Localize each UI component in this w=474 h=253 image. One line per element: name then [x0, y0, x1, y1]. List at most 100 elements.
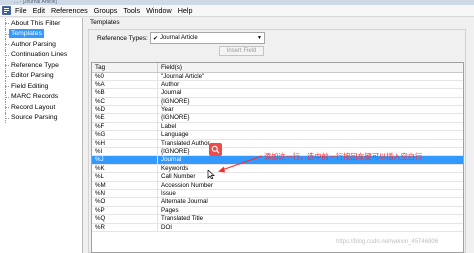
tag-cell[interactable]: %B: [92, 89, 158, 97]
table-row[interactable]: %P Pages: [92, 206, 463, 216]
table-row[interactable]: %R DOI: [92, 223, 463, 232]
menu-groups[interactable]: Groups: [91, 5, 121, 17]
table-row[interactable]: %G Language: [92, 131, 463, 140]
table-row[interactable]: %B Journal: [92, 89, 463, 98]
tag-cell[interactable]: %E: [92, 114, 158, 122]
watermark: https://blog.csdn.net/weixin_45746806: [336, 239, 439, 245]
field-cell[interactable]: Translated Title: [158, 215, 463, 222]
table-row[interactable]: %E {IGNORE}: [92, 114, 463, 123]
tag-cell[interactable]: %J: [92, 156, 158, 164]
tree-connector: [0, 102, 9, 113]
templates-panel: Templates Reference Types: ✔ Journal Art…: [85, 18, 474, 253]
sidebar-item-continuation-lines[interactable]: Continuation Lines: [0, 49, 82, 61]
tag-cell[interactable]: %A: [92, 80, 158, 89]
tag-cell[interactable]: %Q: [92, 215, 158, 223]
table-row[interactable]: %D Year: [92, 106, 463, 115]
menu-references[interactable]: References: [48, 5, 91, 17]
menu-edit[interactable]: Edit: [30, 5, 48, 17]
sidebar-item-label: Continuation Lines: [11, 51, 68, 59]
menu-file[interactable]: File: [12, 5, 30, 17]
tag-cell[interactable]: %M: [92, 181, 158, 189]
field-cell[interactable]: Author: [158, 81, 463, 88]
tree-connector: [0, 81, 9, 92]
tree-connector: [0, 70, 9, 82]
tree-connector: [0, 39, 9, 50]
table-row[interactable]: %N Issue: [92, 189, 463, 199]
table-row[interactable]: %O Alternate Journal: [92, 198, 463, 207]
field-cell[interactable]: DOI: [158, 224, 463, 231]
search-icon[interactable]: [209, 143, 222, 156]
sidebar-item-templates[interactable]: Templates: [0, 28, 82, 40]
sidebar-item-author-parsing[interactable]: Author Parsing: [0, 39, 82, 50]
field-cell[interactable]: Call Number: [158, 173, 463, 180]
field-cell[interactable]: Journal: [158, 89, 463, 96]
cursor-icon: [207, 169, 216, 180]
tag-cell[interactable]: %N: [92, 189, 158, 198]
table-row[interactable]: %L Call Number: [92, 173, 463, 182]
sidebar-item-record-layout[interactable]: Record Layout: [0, 102, 82, 113]
field-cell[interactable]: Language: [158, 131, 463, 138]
menu-bar: File Edit References Groups Tools Window…: [0, 5, 474, 17]
table-row[interactable]: %Q Translated Title: [92, 215, 463, 224]
tag-cell[interactable]: %H: [92, 139, 158, 148]
table-row[interactable]: %A Author: [92, 80, 463, 90]
tag-cell[interactable]: %O: [92, 198, 158, 206]
table-row[interactable]: %H Translated Author: [92, 139, 463, 149]
app-icon[interactable]: [1, 6, 11, 16]
dropdown-arrow-icon[interactable]: ▼: [255, 35, 264, 41]
tree-connector: [0, 91, 9, 103]
panel-title: Templates: [90, 19, 120, 26]
sidebar-item-source-parsing[interactable]: Source Parsing: [0, 112, 82, 124]
table-row[interactable]: %F Label: [92, 122, 463, 132]
sidebar-item-label: Record Layout: [11, 103, 56, 111]
table-header: Tag Field(s): [92, 63, 463, 73]
field-cell[interactable]: Year: [158, 106, 463, 113]
table-row[interactable]: %0 "Journal Article": [92, 72, 463, 81]
tag-cell[interactable]: %C: [92, 97, 158, 106]
tag-cell[interactable]: %I: [92, 148, 158, 156]
reference-type-dropdown[interactable]: ✔ Journal Article ▼: [150, 32, 265, 44]
checkmark-icon: ✔: [152, 35, 159, 42]
field-cell[interactable]: Issue: [158, 190, 463, 197]
table-row[interactable]: %C {IGNORE}: [92, 97, 463, 107]
tag-cell[interactable]: %R: [92, 223, 158, 231]
menu-window[interactable]: Window: [143, 5, 175, 17]
tag-cell[interactable]: %F: [92, 122, 158, 131]
sidebar-item-about[interactable]: About This Filter: [0, 18, 82, 29]
tag-cell[interactable]: %P: [92, 206, 158, 215]
tag-cell[interactable]: %D: [92, 106, 158, 114]
tag-cell[interactable]: %K: [92, 164, 158, 173]
sidebar-item-label: About This Filter: [11, 19, 61, 27]
tag-cell[interactable]: %0: [92, 72, 158, 80]
menu-help[interactable]: Help: [175, 5, 196, 17]
menu-tools[interactable]: Tools: [120, 5, 143, 17]
insert-field-button[interactable]: Insert Field: [219, 46, 264, 56]
tree-connector: [0, 112, 9, 124]
field-cell[interactable]: "Journal Article": [158, 73, 463, 80]
sidebar-item-field-editing[interactable]: Field Editing: [0, 81, 82, 92]
column-header-fields[interactable]: Field(s): [158, 63, 463, 72]
field-cell[interactable]: {IGNORE}: [158, 98, 463, 105]
sidebar-item-marc-records[interactable]: MARC Records: [0, 91, 82, 103]
sidebar-item-editor-parsing[interactable]: Editor Parsing: [0, 70, 82, 82]
sidebar-item-reference-type[interactable]: Reference Type: [0, 60, 82, 71]
sidebar-item-label: Field Editing: [11, 82, 49, 90]
tag-cell[interactable]: %L: [92, 173, 158, 181]
field-cell[interactable]: Pages: [158, 207, 463, 214]
field-cell[interactable]: Label: [158, 123, 463, 130]
field-cell[interactable]: Keywords: [158, 165, 463, 172]
field-cell[interactable]: Alternate Journal: [158, 198, 463, 205]
table-row[interactable]: %M Accession Number: [92, 181, 463, 190]
field-cell[interactable]: Accession Number: [158, 182, 463, 189]
tag-cell[interactable]: %G: [92, 131, 158, 139]
tree-connector: [0, 49, 9, 61]
annotation-text: 添加这一行，选中前一行按回车键可以插入空白行: [264, 152, 423, 161]
field-cell[interactable]: {IGNORE}: [158, 114, 463, 121]
reference-types-label: Reference Types:: [97, 35, 148, 42]
field-cell[interactable]: Translated Author: [158, 140, 463, 147]
table-row[interactable]: %K Keywords: [92, 164, 463, 174]
tree-connector: [0, 18, 9, 29]
sidebar-item-label: Source Parsing: [11, 114, 58, 122]
column-header-tag[interactable]: Tag: [92, 63, 158, 72]
sidebar-item-label: Author Parsing: [11, 40, 56, 48]
